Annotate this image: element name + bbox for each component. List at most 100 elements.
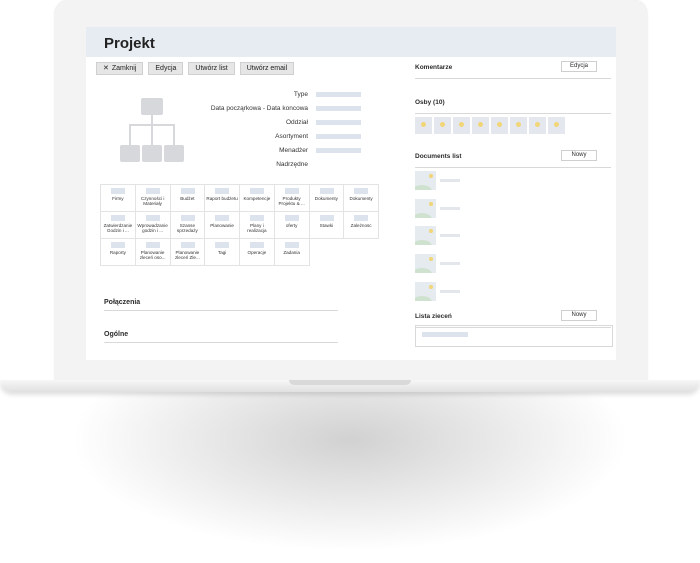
orders-list[interactable] [415, 325, 613, 347]
module-label: Raport budżetu [206, 196, 238, 201]
module-tile[interactable]: Szanse sprzedaży [170, 212, 206, 239]
avatar[interactable] [510, 117, 527, 134]
laptop-shadow [70, 392, 630, 552]
image-thumbnail-icon [415, 254, 436, 273]
people-avatars [415, 117, 565, 134]
document-item[interactable] [415, 199, 475, 219]
module-tile[interactable]: Stawki [309, 212, 345, 239]
module-tile[interactable]: Zależnosc [344, 212, 379, 239]
module-tile[interactable]: Czynności i Materiały [135, 185, 171, 212]
field-value[interactable] [316, 134, 361, 139]
documents-new-button[interactable]: Nowy [561, 150, 597, 161]
module-icon [284, 215, 299, 221]
module-icon [250, 215, 264, 221]
page-header: Projekt [86, 27, 616, 57]
module-icon [250, 242, 264, 248]
module-tile[interactable]: Dokumenty [344, 185, 379, 212]
module-tile[interactable]: Produkty Projektu & ... [274, 185, 310, 212]
module-icon [145, 188, 160, 194]
order-item-placeholder [422, 332, 468, 337]
module-tile[interactable]: Tagi [205, 239, 240, 266]
close-icon: ✕ [103, 65, 109, 72]
avatar[interactable] [453, 117, 470, 134]
comments-title: Komentarze [415, 64, 453, 71]
close-button-label: Zamknij [111, 65, 137, 72]
avatar[interactable] [472, 117, 489, 134]
module-tile[interactable]: Zadania [274, 239, 310, 266]
module-tile[interactable]: Budżet [170, 185, 206, 212]
people-header: Osby (10) [415, 99, 611, 114]
image-thumbnail-icon [415, 199, 436, 218]
avatar[interactable] [491, 117, 508, 134]
module-label: Planowanie zleceń oso... [139, 250, 166, 261]
module-label: Stawki [319, 223, 334, 228]
field-label: Type [293, 91, 308, 98]
module-icon [145, 242, 160, 248]
module-tile[interactable]: Planowanie zleceń Zle... [170, 239, 206, 266]
module-label: Dokumenty [349, 196, 373, 201]
module-icon [319, 188, 334, 194]
field-value[interactable] [316, 120, 361, 125]
document-item[interactable] [415, 171, 475, 191]
module-tile[interactable]: Planowanie zleceń oso... [135, 239, 171, 266]
documents-title: Documents list [415, 153, 462, 160]
module-tile[interactable]: Plany i realizacja [240, 212, 275, 239]
avatar[interactable] [415, 117, 432, 134]
field-dates: Data począrkowa - Data koncowa [186, 104, 366, 118]
avatar[interactable] [548, 117, 565, 134]
document-item[interactable] [415, 254, 475, 274]
module-label: Wprowadzanie godzin i ... [137, 223, 168, 234]
field-label: Data począrkowa - Data koncowa [210, 105, 308, 112]
module-tile[interactable]: Dokumenty [309, 185, 345, 212]
module-tile[interactable]: Operacje [240, 239, 275, 266]
field-parent: Nadrzędne [186, 160, 366, 174]
module-tile[interactable]: Firmy [101, 185, 136, 212]
module-tile[interactable]: oferty [274, 212, 310, 239]
module-icon [284, 188, 299, 194]
field-value[interactable] [316, 148, 361, 153]
create-list-button[interactable]: Utwórz list [188, 62, 235, 75]
module-label: Raporty [109, 250, 126, 255]
orders-new-button[interactable]: Nowy [561, 310, 597, 321]
module-label: Szanse sprzedaży [176, 223, 198, 234]
module-icon [111, 242, 125, 248]
document-item[interactable] [415, 282, 475, 302]
people-title: Osby (10) [415, 99, 445, 106]
module-label: Czynności i Materiały [140, 196, 165, 207]
module-icon [180, 242, 195, 248]
module-label: Plany i realizacja [247, 223, 267, 234]
module-tile[interactable]: Raporty [101, 239, 136, 266]
close-button[interactable]: ✕ Zamknij [96, 62, 144, 75]
module-tile[interactable]: Wprowadzanie godzin i ... [135, 212, 171, 239]
module-tile[interactable]: Planowanie [205, 212, 240, 239]
field-value[interactable] [316, 106, 361, 111]
module-icon [215, 242, 230, 248]
module-label: Budżet [180, 196, 195, 201]
field-label: Asortyment [275, 133, 308, 140]
module-grid: Firmy Czynności i Materiały Budżet Rapor… [100, 184, 379, 266]
avatar[interactable] [434, 117, 451, 134]
document-name [440, 234, 460, 237]
section-general[interactable]: Ogólne [104, 331, 338, 343]
section-connections[interactable]: Połączenia [104, 299, 338, 311]
module-icon [215, 188, 230, 194]
create-email-button[interactable]: Utwórz email [239, 62, 295, 75]
laptop-notch [289, 380, 411, 385]
module-tile[interactable]: Raport budżetu [205, 185, 240, 212]
field-value[interactable] [316, 92, 361, 97]
module-icon [111, 215, 125, 221]
module-icon [284, 242, 299, 248]
toolbar: ✕ Zamknij Edycja Utwórz list Utwórz email [96, 62, 295, 75]
module-icon [215, 215, 230, 221]
org-chart-icon [120, 98, 184, 162]
documents-header: Documents list Nowy [415, 150, 611, 168]
avatar[interactable] [529, 117, 546, 134]
edit-button[interactable]: Edycja [148, 62, 184, 75]
comments-edit-button[interactable]: Edycja [561, 61, 597, 72]
module-label: Operacje [247, 250, 267, 255]
module-tile[interactable]: Zatwierdzanie Godzin i ... [101, 212, 136, 239]
module-icon [180, 215, 195, 221]
document-item[interactable] [415, 226, 475, 246]
comments-header: Komentarze Edycja [415, 61, 611, 79]
module-tile[interactable]: Kompetencje [240, 185, 275, 212]
